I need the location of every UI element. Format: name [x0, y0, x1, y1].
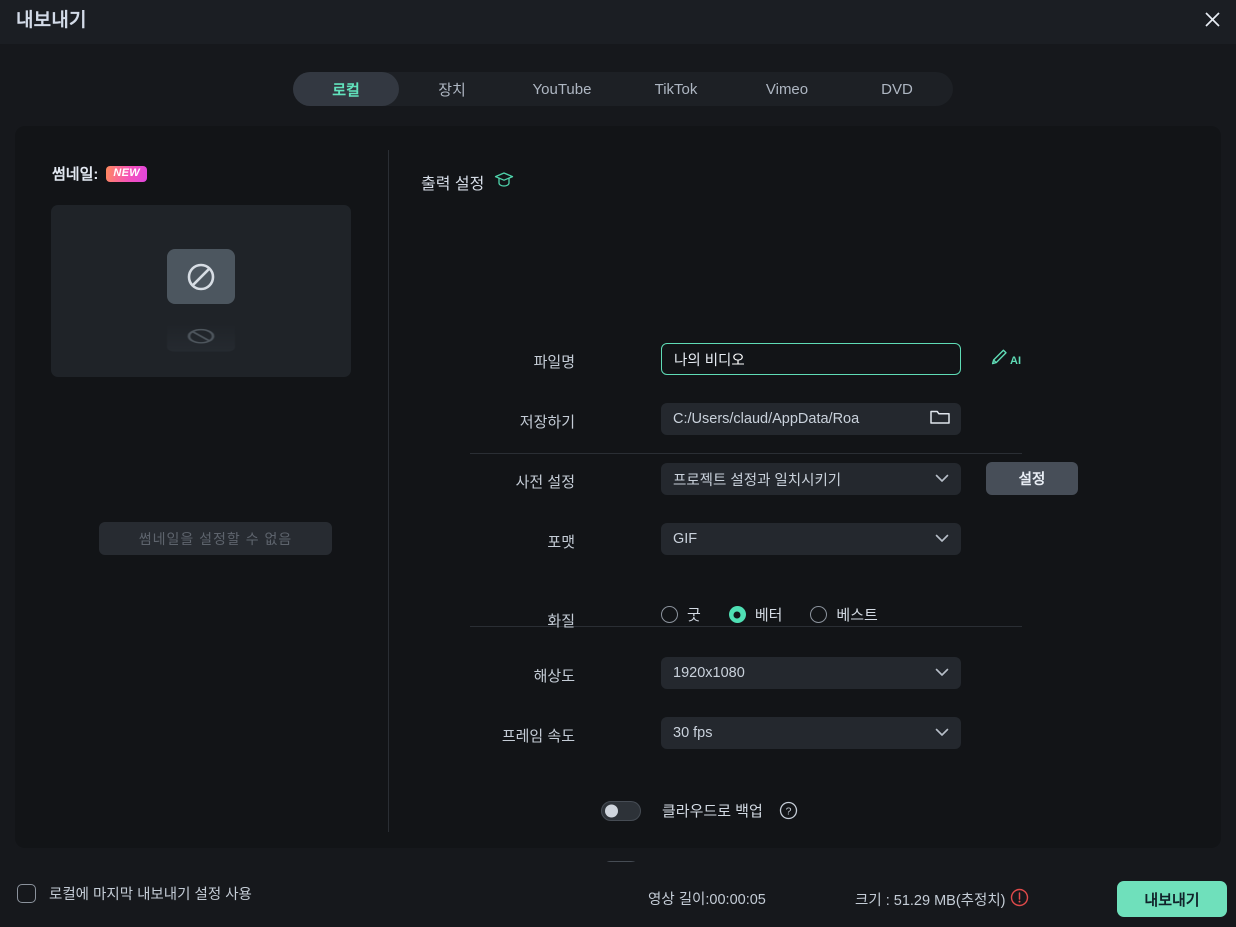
no-entry-icon-reflection: [167, 321, 235, 352]
graduation-cap-icon[interactable]: [494, 171, 514, 194]
cloud-backup-row: 클라우드로 백업 ?: [601, 800, 798, 821]
save-path-value: C:/Users/claud/AppData/Roa: [673, 411, 860, 427]
preset-label: 사전 설정: [515, 474, 575, 491]
export-button[interactable]: 내보내기: [1117, 881, 1227, 917]
tab-tiktok[interactable]: TikTok: [619, 72, 733, 106]
filename-label: 파일명: [533, 354, 575, 371]
radio-icon: [810, 606, 828, 623]
toggle-knob: [605, 804, 618, 817]
divider-spacer: [470, 640, 1022, 641]
size-text-group: 크기 : 51.29 MB(추정치): [855, 888, 1029, 911]
export-dialog: 내보내기 로컬 장치 YouTube TikTok Vimeo DVD 썸네일:…: [0, 0, 1236, 927]
new-badge: NEW: [106, 165, 147, 182]
preset-select[interactable]: 프로젝트 설정과 일치시키기: [661, 463, 961, 495]
ai-pen-icon[interactable]: AI: [989, 347, 1021, 367]
export-settings-panel: 썸네일: NEW 썸네일을 설정할 수 없음 출력 설정 파일명 나의 비디 오…: [15, 126, 1221, 881]
radio-icon-selected: [728, 606, 746, 623]
chevron-down-icon: [935, 471, 949, 487]
preset-settings-button[interactable]: 설정: [986, 462, 1078, 495]
checkbox-icon: [17, 884, 36, 903]
framerate-value: 30 fps: [673, 725, 713, 741]
save-path-field[interactable]: C:/Users/claud/AppData/Roa: [661, 403, 961, 435]
duration-text: 영상 길이:00:00:05: [648, 892, 766, 908]
chevron-down-icon: [935, 531, 949, 547]
quality-radio-group: 굿 베터 베스트: [661, 604, 878, 625]
tab-youtube[interactable]: YouTube: [505, 72, 619, 106]
save-to-label: 저장하기: [519, 414, 575, 431]
svg-text:?: ?: [785, 806, 791, 818]
set-thumbnail-button: 썸네일을 설정할 수 없음: [99, 522, 332, 555]
quality-option-label: 굿: [687, 607, 701, 624]
close-icon[interactable]: [1194, 2, 1230, 36]
tab-local[interactable]: 로컬: [293, 72, 399, 106]
resolution-label: 해상도: [533, 668, 575, 685]
cloud-backup-toggle[interactable]: [601, 800, 641, 821]
filename-input[interactable]: 나의 비디 오: [661, 343, 961, 375]
output-settings-title: 출력 설정: [421, 176, 485, 193]
cloud-backup-label: 클라우드로 백업: [662, 803, 763, 820]
chevron-down-icon: [935, 725, 949, 741]
folder-icon[interactable]: [929, 408, 951, 430]
tab-dvd[interactable]: DVD: [841, 72, 953, 106]
output-settings-header: 출력 설정: [421, 170, 514, 194]
question-mark-icon[interactable]: ?: [779, 801, 798, 820]
divider-top: [470, 453, 1022, 454]
tab-vimeo[interactable]: Vimeo: [733, 72, 841, 106]
quality-option-label: 베스트: [836, 607, 878, 624]
format-value: GIF: [673, 531, 698, 547]
export-target-tabs: 로컬 장치 YouTube TikTok Vimeo DVD: [293, 72, 953, 106]
title-bar: 내보내기: [0, 0, 1236, 44]
no-entry-icon: [167, 249, 235, 304]
resolution-value: 1920x1080: [673, 665, 745, 681]
quality-option-better[interactable]: 베터: [728, 604, 783, 625]
filename-value: 나의 비디: [674, 352, 732, 369]
format-select[interactable]: GIF: [661, 523, 961, 555]
thumbnail-label: 썸네일:: [52, 166, 99, 183]
divider-spacer2: [470, 646, 1022, 647]
framerate-select[interactable]: 30 fps: [661, 717, 961, 749]
use-last-settings-label: 로컬에 마지막 내보내기 설정 사용: [49, 887, 252, 903]
ai-label: AI: [1010, 355, 1021, 367]
resolution-select[interactable]: 1920x1080: [661, 657, 961, 689]
quality-label: 화질: [547, 613, 575, 630]
tab-device[interactable]: 장치: [399, 72, 505, 106]
radio-icon: [661, 606, 678, 623]
page-title: 내보내기: [16, 10, 87, 31]
quality-option-best[interactable]: 베스트: [810, 604, 878, 625]
format-label: 포맷: [547, 534, 575, 551]
dialog-footer: 로컬에 마지막 내보내기 설정 사용 영상 길이:00:00:05 크기 : 5…: [0, 862, 1236, 927]
panel-vertical-divider: [388, 150, 389, 832]
thumbnail-header: 썸네일: NEW: [52, 163, 147, 184]
framerate-label: 프레임 속도: [501, 728, 575, 745]
size-text: 크기 : 51.29 MB(추정치): [855, 893, 1006, 909]
quality-option-label: 베터: [754, 607, 783, 624]
warning-circle-icon[interactable]: [1010, 888, 1029, 911]
thumbnail-preview[interactable]: [51, 205, 351, 377]
chevron-down-icon: [935, 665, 949, 681]
quality-option-good[interactable]: 굿: [661, 604, 701, 625]
use-last-settings-checkbox[interactable]: 로컬에 마지막 내보내기 설정 사용: [17, 883, 252, 904]
filename-selected-char: 오: [731, 348, 745, 370]
preset-value: 프로젝트 설정과 일치시키기: [673, 472, 842, 489]
